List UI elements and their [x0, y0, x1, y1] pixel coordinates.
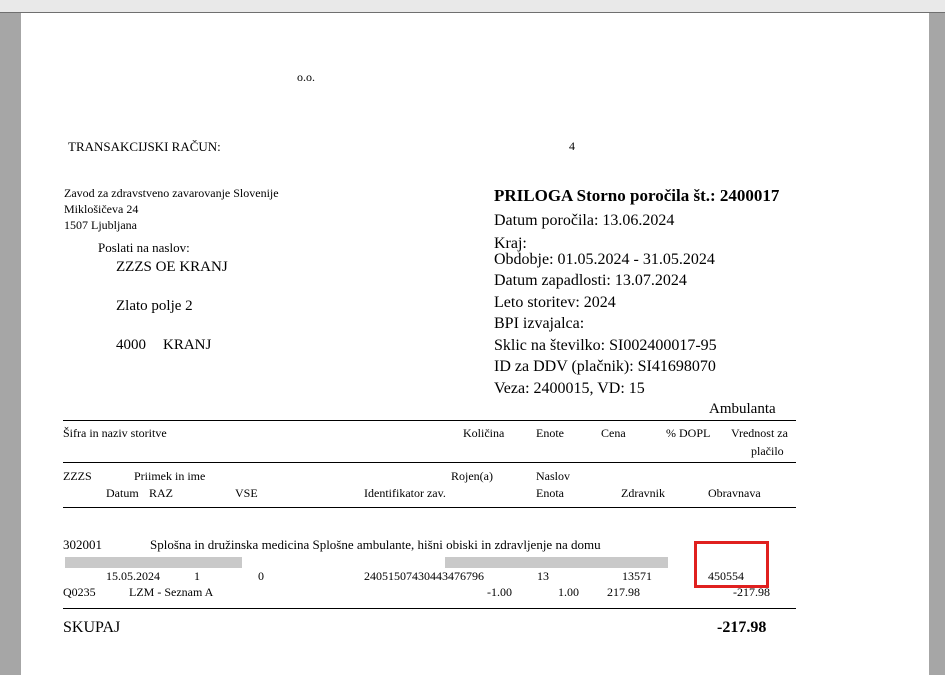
- section-label: Ambulanta: [709, 401, 776, 417]
- viewer-toolbar-strip: [0, 0, 945, 13]
- redacted-patient-info: [65, 557, 242, 568]
- header-zzzs: ZZZS: [63, 469, 92, 483]
- report-period: Obdobje: 01.05.2024 - 31.05.2024: [494, 251, 715, 268]
- item-quantity: -1.00: [487, 585, 512, 599]
- report-year: Leto storitev: 2024: [494, 294, 616, 311]
- send-to-label: Poslati na naslov:: [98, 240, 190, 255]
- header-date: Datum: [106, 486, 139, 500]
- report-reference: Sklic na številko: SI002400017-95: [494, 337, 717, 354]
- header-enota: Enota: [536, 486, 564, 500]
- visit-unit: 13: [537, 569, 549, 583]
- header-rule: [63, 462, 796, 463]
- total-label: SKUPAJ: [63, 619, 121, 636]
- item-value: -217.98: [733, 585, 770, 599]
- header-vse: VSE: [235, 486, 258, 500]
- header-unit: Enote: [536, 426, 564, 440]
- header-address: Naslov: [536, 469, 570, 483]
- report-bpi: BPI izvajalca:: [494, 315, 585, 332]
- visit-identifier: 24051507430443476796: [364, 569, 484, 583]
- header-quantity: Količina: [463, 426, 505, 440]
- header-identifier: Identifikator zav.: [364, 486, 446, 500]
- bank-account-label: TRANSAKCIJSKI RAČUN:: [68, 139, 221, 154]
- header-value-line1: Vrednost za: [731, 426, 788, 440]
- report-due-date: Datum zapadlosti: 13.07.2024: [494, 272, 687, 289]
- table-top-rule: [63, 420, 796, 421]
- recipient-line1: Zavod za zdravstveno zavarovanje Sloveni…: [64, 186, 279, 200]
- report-link: Veza: 2400015, VD: 15: [494, 380, 645, 397]
- report-title: PRILOGA Storno poročila št.: 2400017: [494, 186, 780, 205]
- header-bottom-rule: [63, 507, 796, 508]
- item-units: 1.00: [558, 585, 579, 599]
- recipient-line2: Miklošičeva 24: [64, 202, 139, 216]
- recipient-line3: 1507 Ljubljana: [64, 218, 137, 232]
- visit-raz: 1: [194, 569, 200, 583]
- send-to-city: KRANJ: [163, 337, 212, 353]
- header-price: Cena: [601, 426, 626, 440]
- header-born: Rojen(a): [451, 469, 493, 483]
- visit-date: 15.05.2024: [106, 569, 160, 583]
- header-patient-name: Priimek in ime: [134, 469, 206, 483]
- bank-account-tail: 4: [569, 139, 575, 153]
- service-code: 302001: [63, 537, 102, 552]
- header-treatment: Obravnava: [708, 486, 761, 500]
- service-description: Splošna in družinska medicina Splošne am…: [150, 537, 601, 552]
- redacted-patient-address: [445, 557, 668, 568]
- header-doctor: Zdravnik: [621, 486, 665, 500]
- visit-vse: 0: [258, 569, 264, 583]
- header-service: Šifra in naziv storitve: [63, 426, 167, 440]
- send-to-name: ZZZS OE KRANJ: [116, 259, 228, 275]
- send-to-street: Zlato polje 2: [116, 298, 193, 314]
- report-vat-id: ID za DDV (plačnik): SI41698070: [494, 358, 716, 375]
- total-rule: [63, 608, 796, 609]
- header-raz: RAZ: [149, 486, 173, 500]
- company-suffix: o.o.: [297, 70, 315, 84]
- document-page: o.o. TRANSAKCIJSKI RAČUN: 4 Zavod za zdr…: [21, 13, 929, 675]
- send-to-postcode: 4000: [116, 337, 146, 353]
- visit-doctor: 13571: [622, 569, 652, 583]
- item-name: LZM - Seznam A: [129, 585, 214, 599]
- item-code: Q0235: [63, 585, 96, 599]
- highlight-box: [694, 541, 769, 588]
- report-date: Datum poročila: 13.06.2024: [494, 212, 675, 229]
- header-dopl: % DOPL: [666, 426, 711, 440]
- item-price: 217.98: [607, 585, 640, 599]
- header-value-line2: plačilo: [751, 444, 784, 458]
- total-value: -217.98: [717, 619, 767, 636]
